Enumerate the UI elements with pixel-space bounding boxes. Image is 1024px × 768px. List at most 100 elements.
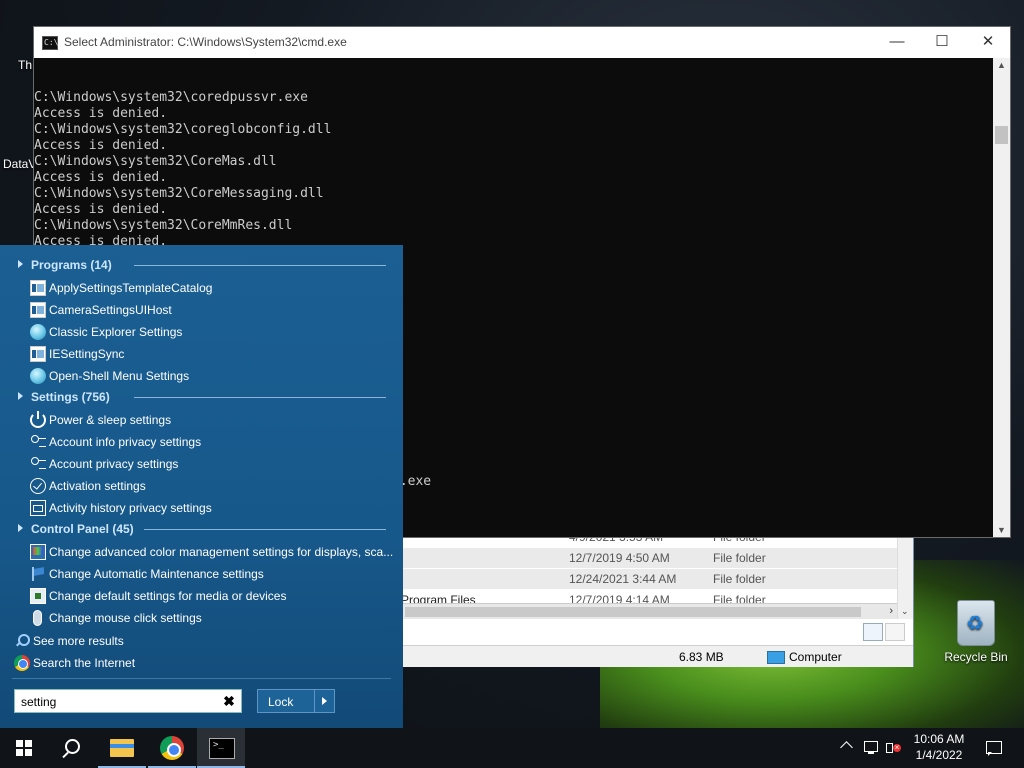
windows-logo-icon	[16, 740, 32, 756]
maximize-button[interactable]: ☐	[919, 27, 965, 58]
result-setting[interactable]: Activation settings	[28, 475, 390, 497]
expand-arrow-icon	[18, 260, 23, 268]
result-setting[interactable]: Activity history privacy settings	[28, 497, 390, 519]
notification-center-icon[interactable]	[982, 728, 1004, 768]
details-view-icon[interactable]	[863, 623, 883, 641]
start-menu: Programs (14) ApplySettingsTemplateCatal…	[0, 245, 403, 728]
console-line: Access is denied.	[34, 202, 168, 217]
account-icon	[30, 434, 46, 450]
see-more-results-link[interactable]: See more results	[14, 630, 314, 652]
result-control-panel[interactable]: Change default settings for media or dev…	[28, 585, 390, 607]
result-setting[interactable]: Power & sleep settings	[28, 409, 390, 431]
start-search-box[interactable]: ✖	[14, 689, 242, 713]
recycle-bin-shortcut[interactable]: Recycle Bin	[940, 600, 1012, 664]
chrome-icon	[14, 655, 30, 671]
desktop-icon-label-partial-2[interactable]: DataV	[3, 157, 36, 171]
table-row[interactable]: 12/24/2021 3:44 AM File folder	[401, 569, 897, 589]
console-line: C:\Windows\system32\CoreMessaging.dll	[34, 186, 324, 201]
result-program[interactable]: ApplySettingsTemplateCatalog	[28, 277, 390, 299]
show-hidden-icons-chevron-icon[interactable]	[838, 728, 854, 768]
result-program[interactable]: Classic Explorer Settings	[28, 321, 390, 343]
clear-search-icon[interactable]: ✖	[221, 693, 237, 709]
result-setting[interactable]: Account info privacy settings	[28, 431, 390, 453]
check-circle-icon	[30, 478, 46, 494]
console-line: C:\Windows\system32\CoreMas.dll	[34, 154, 277, 169]
result-control-panel[interactable]: Change mouse click settings	[28, 607, 390, 629]
table-row[interactable]: 12/7/2019 4:50 AM File folder	[401, 548, 897, 568]
status-location: Computer	[767, 650, 842, 664]
scroll-thumb[interactable]	[995, 126, 1008, 144]
console-line: C:\Windows\system32\CoreMmRes.dll	[34, 218, 293, 233]
recycle-bin-label: Recycle Bin	[944, 650, 1008, 664]
shell-icon	[30, 324, 46, 340]
console-line: C:\Windows\system32\coreglobconfig.dll	[34, 122, 332, 137]
search-icon	[14, 633, 30, 649]
result-program[interactable]: Open-Shell Menu Settings	[28, 365, 390, 387]
recycle-bin-icon	[957, 600, 995, 646]
row-date: 12/7/2019 4:14 AM	[569, 593, 670, 603]
section-header-control-panel[interactable]: Control Panel (45)	[14, 519, 386, 541]
large-icons-view-icon[interactable]	[885, 623, 905, 641]
power-icon	[30, 411, 46, 428]
expand-arrow-icon	[18, 392, 23, 400]
desktop-icon-label-partial-1[interactable]: Th	[18, 58, 32, 72]
clock[interactable]: 10:06 AM 1/4/2022	[904, 731, 974, 768]
result-setting[interactable]: Account privacy settings	[28, 453, 390, 475]
file-explorer-window: 4/9/2021 3:53 AM File folder 12/7/2019 4…	[400, 530, 914, 667]
cmd-taskbar-icon[interactable]	[197, 728, 245, 768]
result-program[interactable]: CameraSettingsUIHost	[28, 299, 390, 321]
console-line: C:\Windows\system32\coredpussvr.exe	[34, 90, 308, 105]
shell-icon	[30, 368, 46, 384]
scroll-down-icon[interactable]: ⌄	[901, 606, 909, 617]
scroll-up-icon[interactable]: ▲	[993, 60, 1010, 70]
cmd-titlebar[interactable]: C:\ Select Administrator: C:\Windows\Sys…	[34, 27, 1010, 58]
scroll-thumb[interactable]	[405, 607, 861, 617]
search-input[interactable]	[21, 694, 217, 710]
vertical-scrollbar[interactable]: ⌄	[897, 531, 913, 619]
divider	[12, 678, 391, 679]
expand-arrow-icon	[18, 524, 23, 532]
console-line: Access is denied.	[34, 138, 168, 153]
app-icon	[30, 346, 46, 362]
app-icon	[30, 302, 46, 318]
flag-icon	[30, 566, 46, 582]
console-line: Access is denied.	[34, 170, 168, 185]
result-program[interactable]: IESettingSync	[28, 343, 390, 365]
result-control-panel[interactable]: Change Automatic Maintenance settings	[28, 563, 390, 585]
section-header-programs[interactable]: Programs (14)	[14, 255, 386, 277]
close-button[interactable]: ✕	[965, 27, 1011, 58]
power-options-arrow-icon[interactable]	[314, 690, 334, 712]
file-explorer-taskbar-icon[interactable]	[98, 728, 146, 768]
row-name: Program Files	[401, 593, 476, 603]
row-date: 12/24/2021 3:44 AM	[569, 572, 677, 586]
status-bar: 6.83 MB Computer	[401, 645, 913, 667]
cmd-vertical-scrollbar[interactable]: ▲ ▼	[993, 58, 1010, 537]
horizontal-scrollbar[interactable]: ›	[401, 603, 897, 619]
autoplay-icon	[30, 588, 46, 604]
volume-muted-icon[interactable]	[884, 728, 904, 768]
taskbar-search-icon[interactable]	[48, 728, 96, 768]
taskbar: 10:06 AM 1/4/2022	[0, 728, 1024, 768]
scroll-right-icon[interactable]: ›	[889, 605, 893, 617]
scroll-down-icon[interactable]: ▼	[993, 525, 1010, 535]
chrome-taskbar-icon[interactable]	[148, 728, 196, 768]
activity-history-icon	[30, 500, 46, 516]
minimize-button[interactable]: —	[874, 27, 920, 58]
cmd-icon: C:\	[42, 36, 58, 50]
app-icon	[30, 280, 46, 296]
status-size: 6.83 MB	[679, 650, 724, 664]
search-internet-link[interactable]: Search the Internet	[14, 652, 314, 674]
table-row[interactable]: Program Files 12/7/2019 4:14 AM File fol…	[401, 590, 897, 603]
start-button[interactable]	[0, 728, 48, 768]
console-line: Access is denied.	[34, 106, 168, 121]
network-icon[interactable]	[862, 728, 880, 768]
row-date: 12/7/2019 4:50 AM	[569, 551, 670, 565]
row-type: File folder	[713, 551, 766, 565]
row-type: File folder	[713, 593, 766, 603]
result-control-panel[interactable]: Change advanced color management setting…	[28, 541, 393, 563]
section-header-settings[interactable]: Settings (756)	[14, 387, 386, 409]
clock-date: 1/4/2022	[915, 748, 963, 762]
lock-button[interactable]: Lock	[257, 689, 335, 713]
color-management-icon	[30, 544, 46, 560]
mouse-icon	[33, 610, 42, 626]
